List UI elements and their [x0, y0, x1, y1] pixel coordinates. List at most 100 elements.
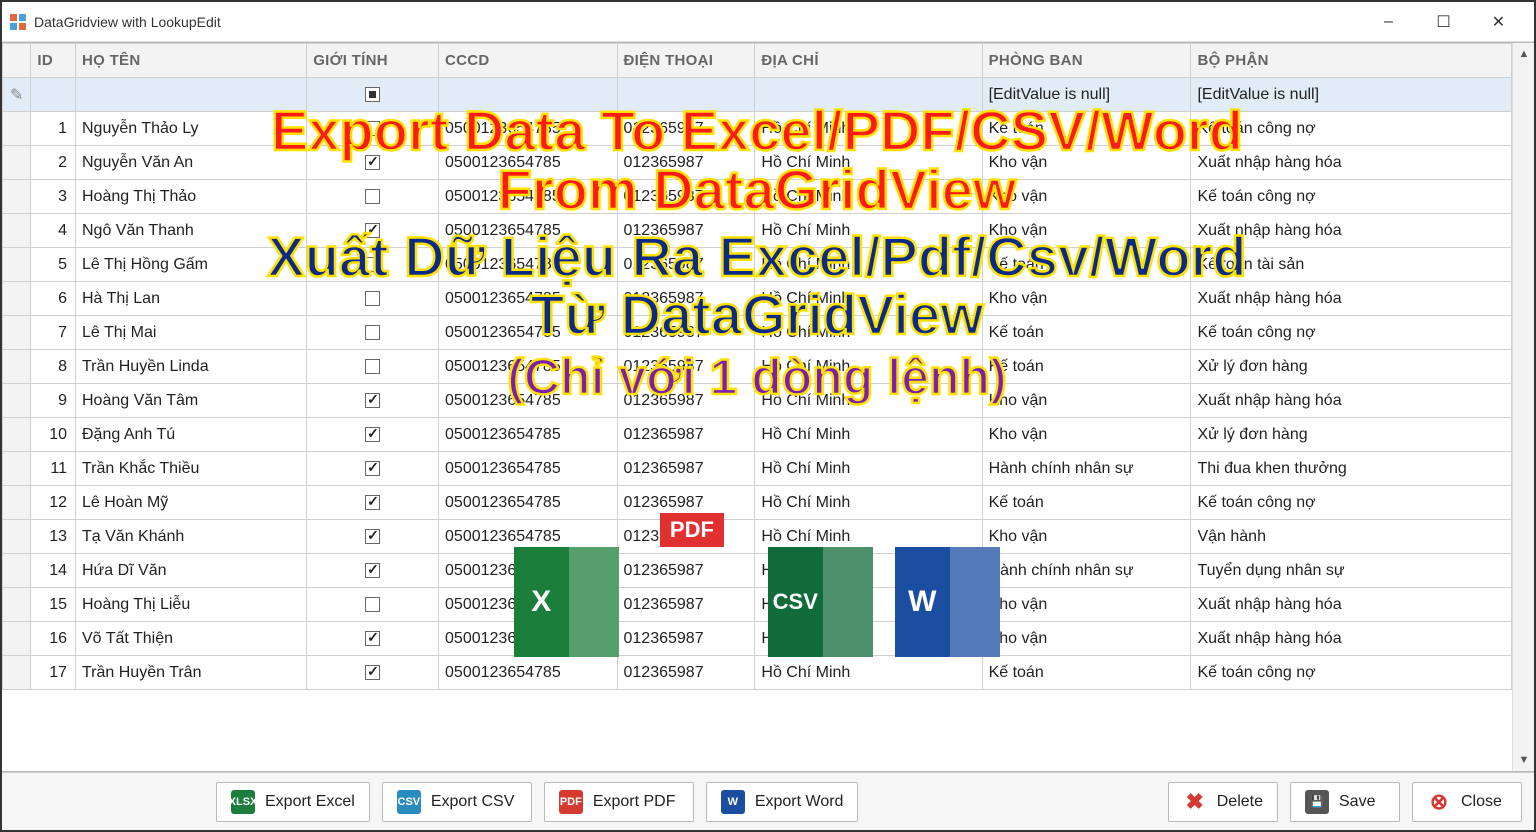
cell-gioitinh[interactable] — [307, 520, 439, 554]
cell-hoten[interactable]: Tạ Văn Khánh — [76, 520, 307, 554]
cell-gioitinh[interactable] — [307, 248, 439, 282]
cell-rowhead[interactable] — [3, 248, 31, 282]
cell-phongban[interactable]: Kho vận — [982, 520, 1191, 554]
window-minimize-button[interactable]: – — [1361, 2, 1416, 42]
cell-bophan[interactable]: Xử lý đơn hàng — [1191, 350, 1512, 384]
cell-rowhead[interactable] — [3, 214, 31, 248]
cell-id[interactable]: 10 — [31, 418, 76, 452]
cell-rowhead[interactable] — [3, 622, 31, 656]
cell-cccd[interactable]: 0500123654785 — [439, 214, 617, 248]
cell-dienthoai[interactable]: 012365987 — [617, 146, 755, 180]
cell-id[interactable]: 13 — [31, 520, 76, 554]
table-row[interactable]: 7Lê Thị Mai0500123654785012365987Hồ Chí … — [3, 316, 1512, 350]
export-pdf-button[interactable]: PDF Export PDF — [544, 782, 694, 822]
window-maximize-button[interactable]: ☐ — [1416, 2, 1471, 42]
cell-id[interactable]: 9 — [31, 384, 76, 418]
checkbox-icon[interactable] — [365, 427, 380, 442]
cell-bophan[interactable]: Kế toán công nợ — [1191, 112, 1512, 146]
cell-dienthoai[interactable]: 012365987 — [617, 248, 755, 282]
cell-rowhead[interactable] — [3, 112, 31, 146]
cell-hoten[interactable]: Trần Huyền Linda — [76, 350, 307, 384]
checkbox-icon[interactable] — [365, 393, 380, 408]
cell-hoten[interactable]: Trần Huyền Trân — [76, 656, 307, 690]
cell-diachi[interactable]: Hồ Chí Minh — [755, 452, 982, 486]
column-header-gioitinh[interactable]: GIỚI TÍNH — [307, 44, 439, 78]
cell-dienthoai[interactable]: 012365987 — [617, 180, 755, 214]
checkbox-icon[interactable] — [365, 223, 380, 238]
vertical-scrollbar[interactable]: ▲ ▼ — [1512, 43, 1534, 771]
cell-id[interactable]: 1 — [31, 112, 76, 146]
checkbox-icon[interactable] — [365, 563, 380, 578]
checkbox-icon[interactable] — [365, 121, 380, 136]
newrow-cell-hoten[interactable] — [76, 78, 307, 112]
cell-bophan[interactable]: Xuất nhập hàng hóa — [1191, 622, 1512, 656]
cell-bophan[interactable]: Kế toán công nợ — [1191, 486, 1512, 520]
cell-bophan[interactable]: Tuyển dụng nhân sự — [1191, 554, 1512, 588]
column-header-diachi[interactable]: ĐỊA CHỈ — [755, 44, 982, 78]
cell-diachi[interactable]: Hồ Chí Minh — [755, 112, 982, 146]
cell-hoten[interactable]: Hoàng Thị Thảo — [76, 180, 307, 214]
cell-cccd[interactable]: 0500123654785 — [439, 588, 617, 622]
table-row[interactable]: 5Lê Thị Hồng Gấm0500123654785012365987Hồ… — [3, 248, 1512, 282]
cell-phongban[interactable]: Hành chính nhân sự — [982, 452, 1191, 486]
cell-cccd[interactable]: 0500123654785 — [439, 384, 617, 418]
cell-id[interactable]: 11 — [31, 452, 76, 486]
cell-dienthoai[interactable]: 012365987 — [617, 418, 755, 452]
cell-hoten[interactable]: Lê Thị Hồng Gấm — [76, 248, 307, 282]
cell-rowhead[interactable] — [3, 418, 31, 452]
cell-phongban[interactable]: Kho vận — [982, 146, 1191, 180]
cell-diachi[interactable]: Hồ Chí Minh — [755, 282, 982, 316]
table-row[interactable]: 12Lê Hoàn Mỹ0500123654785012365987Hồ Chí… — [3, 486, 1512, 520]
cell-dienthoai[interactable]: 012365987 — [617, 350, 755, 384]
export-csv-button[interactable]: CSV Export CSV — [382, 782, 532, 822]
cell-id[interactable]: 14 — [31, 554, 76, 588]
table-row[interactable]: 4Ngô Văn Thanh0500123654785012365987Hồ C… — [3, 214, 1512, 248]
cell-diachi[interactable]: Hồ Chí Minh — [755, 656, 982, 690]
cell-phongban[interactable]: Kế toán — [982, 248, 1191, 282]
cell-rowhead[interactable] — [3, 146, 31, 180]
checkbox-icon[interactable] — [365, 257, 380, 272]
cell-gioitinh[interactable] — [307, 452, 439, 486]
cell-rowhead[interactable] — [3, 384, 31, 418]
cell-gioitinh[interactable] — [307, 214, 439, 248]
table-row[interactable]: 8Trần Huyền Linda0500123654785012365987H… — [3, 350, 1512, 384]
cell-dienthoai[interactable]: 012365987 — [617, 384, 755, 418]
cell-gioitinh[interactable] — [307, 554, 439, 588]
cell-hoten[interactable]: Nguyễn Văn An — [76, 146, 307, 180]
column-header-hoten[interactable]: HỌ TÊN — [76, 44, 307, 78]
table-row[interactable]: 2Nguyễn Văn An0500123654785012365987Hồ C… — [3, 146, 1512, 180]
checkbox-icon[interactable] — [365, 495, 380, 510]
cell-bophan[interactable]: Xuất nhập hàng hóa — [1191, 214, 1512, 248]
cell-phongban[interactable]: Kho vận — [982, 384, 1191, 418]
cell-dienthoai[interactable]: 012365987 — [617, 112, 755, 146]
table-row[interactable]: 17Trần Huyền Trân0500123654785012365987H… — [3, 656, 1512, 690]
cell-cccd[interactable]: 0500123654785 — [439, 112, 617, 146]
checkbox-icon[interactable] — [365, 597, 380, 612]
cell-dienthoai[interactable]: 012365987 — [617, 588, 755, 622]
cell-phongban[interactable]: Kế toán — [982, 316, 1191, 350]
table-row[interactable]: 16Võ Tất Thiện0500123654785012365987Hồ C… — [3, 622, 1512, 656]
cell-id[interactable]: 3 — [31, 180, 76, 214]
cell-id[interactable]: 4 — [31, 214, 76, 248]
cell-diachi[interactable]: Hồ Chí Minh — [755, 418, 982, 452]
cell-hoten[interactable]: Lê Hoàn Mỹ — [76, 486, 307, 520]
cell-phongban[interactable]: Kho vận — [982, 180, 1191, 214]
cell-phongban[interactable]: Kế toán — [982, 350, 1191, 384]
column-header-dienthoai[interactable]: ĐIỆN THOẠI — [617, 44, 755, 78]
cell-rowhead[interactable] — [3, 520, 31, 554]
checkbox-icon[interactable] — [365, 359, 380, 374]
cell-phongban[interactable]: Hành chính nhân sự — [982, 554, 1191, 588]
checkbox-icon[interactable] — [365, 155, 380, 170]
table-row[interactable]: 15Hoàng Thị Liễu0500123654785012365987Hồ… — [3, 588, 1512, 622]
table-row[interactable]: 6Hà Thị Lan0500123654785012365987Hồ Chí … — [3, 282, 1512, 316]
cell-diachi[interactable]: Hồ Chí Minh — [755, 316, 982, 350]
cell-dienthoai[interactable]: 012365987 — [617, 282, 755, 316]
cell-cccd[interactable]: 0500123654785 — [439, 248, 617, 282]
cell-hoten[interactable]: Ngô Văn Thanh — [76, 214, 307, 248]
cell-diachi[interactable]: Hồ Chí Minh — [755, 384, 982, 418]
cell-id[interactable]: 6 — [31, 282, 76, 316]
table-row[interactable]: 3Hoàng Thị Thảo0500123654785012365987Hồ … — [3, 180, 1512, 214]
cell-bophan[interactable]: Thi đua khen thưởng — [1191, 452, 1512, 486]
delete-button[interactable]: ✖ Delete — [1168, 782, 1278, 822]
cell-phongban[interactable]: Kho vận — [982, 622, 1191, 656]
